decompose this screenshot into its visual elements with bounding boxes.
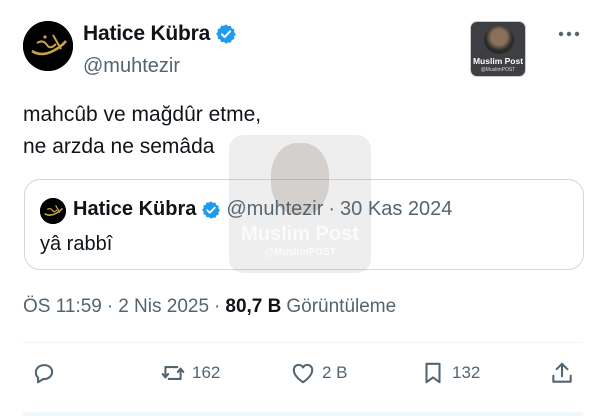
logo-handle: @MuslimPOST (480, 67, 516, 73)
muslim-post-logo: Muslim Post @MuslimPOST (470, 21, 526, 77)
author-handle[interactable]: @muhtezir (83, 55, 180, 78)
bookmark-icon (425, 362, 441, 384)
author-name-row: Hatice Kübra (83, 22, 237, 46)
quoted-author-avatar (40, 198, 66, 224)
logo-photo (484, 26, 514, 54)
calligraphy-avatar-icon (23, 21, 73, 71)
views-label: Görüntüleme (286, 296, 397, 317)
meta-separator: · (214, 296, 221, 317)
tweet-meta: ÖS 11:59 · 2 Nis 2025 · 80,7 B Görüntüle… (23, 296, 396, 318)
bookmark-count: 132 (452, 363, 481, 382)
repost-button[interactable]: 162 (160, 360, 220, 386)
calligraphy-avatar-icon (40, 198, 66, 224)
watermark-handle: @MuslimPOST (264, 247, 336, 258)
like-count: 2 B (322, 363, 348, 382)
share-button[interactable] (549, 360, 575, 386)
bookmark-button[interactable]: 132 (420, 360, 480, 386)
views-count: 80,7 B (225, 296, 282, 317)
tweet-card: Hatice Kübra @muhtezir Muslim Post @Musl… (0, 0, 595, 416)
tweet-text-line-1: mahcûb ve mağdûr etme, (23, 103, 262, 126)
tweet-text-line-2: ne arzda ne semâda (23, 135, 215, 158)
quoted-display-name: Hatice Kübra (73, 198, 197, 220)
tweet-time[interactable]: ÖS 11:59 (23, 296, 102, 318)
repost-count: 162 (192, 363, 221, 382)
reply-icon (34, 364, 54, 384)
author-display-name[interactable]: Hatice Kübra (83, 22, 210, 46)
verified-badge-icon (202, 200, 221, 219)
tweet-date[interactable]: 2 Nis 2025 (118, 296, 209, 318)
share-icon (552, 362, 572, 383)
divider (23, 342, 583, 343)
bottom-bar (23, 412, 583, 416)
more-options-icon[interactable] (556, 24, 582, 44)
like-icon (292, 363, 314, 384)
reply-button[interactable] (31, 360, 57, 386)
verified-badge-icon (216, 24, 237, 44)
author-avatar[interactable] (23, 21, 73, 71)
watermark: Muslim Post @MuslimPOST (229, 135, 371, 273)
tweet-text: mahcûb ve mağdûr etme, ne arzda ne semâd… (23, 99, 261, 163)
like-button[interactable]: 2 B (290, 360, 348, 386)
meta-separator: · (106, 296, 114, 317)
watermark-photo (271, 143, 329, 215)
quoted-text: yâ rabbî (40, 233, 113, 255)
watermark-title: Muslim Post (241, 223, 359, 245)
logo-title: Muslim Post (472, 56, 524, 66)
repost-icon (161, 366, 185, 380)
